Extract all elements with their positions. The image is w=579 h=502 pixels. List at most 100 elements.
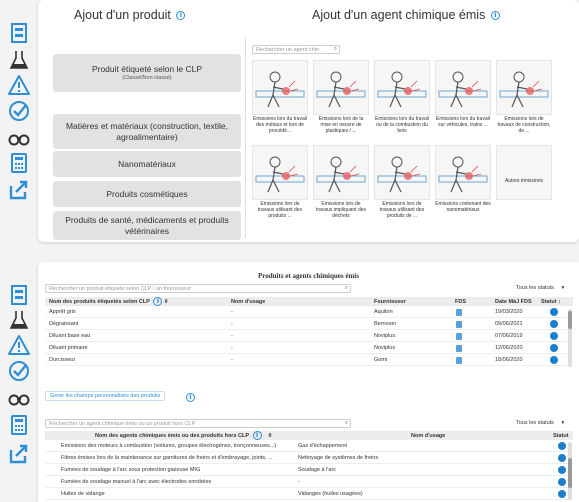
sidebar-item-check-circle[interactable]: [4, 360, 34, 382]
wood-work-icon: [374, 60, 430, 115]
product-status-filter[interactable]: Tous les statuts ▾: [516, 285, 564, 291]
sort-icon[interactable]: ↕: [558, 299, 561, 305]
usage-cell: -: [231, 357, 233, 363]
sidebar-item-lab-flask[interactable]: [4, 49, 34, 71]
nanomaterials-label: Nanomatériaux: [118, 158, 176, 169]
other-icon: [496, 145, 552, 200]
document-icon[interactable]: [456, 356, 462, 364]
col-status[interactable]: Statut ↕: [541, 297, 561, 306]
sidebar-item-inventory[interactable]: [4, 22, 34, 44]
status-dot-icon: [550, 320, 558, 328]
supplier-cell: Aquiton: [374, 309, 393, 315]
col-date[interactable]: Date MàJ FDS: [495, 297, 532, 306]
sidebar-item-binoculars[interactable]: [4, 127, 34, 149]
document-icon[interactable]: [456, 308, 462, 316]
search-icon: ⌕: [344, 420, 348, 426]
info-icon[interactable]: i: [176, 11, 186, 21]
document-icon[interactable]: [456, 320, 462, 328]
products-scroll-thumb[interactable]: [568, 311, 572, 329]
materials-button[interactable]: Matières et matériaux (construction, tex…: [53, 114, 241, 149]
add-panel: Ajout d'un produit i Ajout d'un agent ch…: [38, 0, 579, 242]
agent-status-filter[interactable]: Tous les statuts ▾: [516, 420, 564, 426]
info-icon[interactable]: i: [186, 393, 195, 402]
binoculars-icon: [8, 394, 30, 406]
panel-divider: [245, 38, 246, 238]
sidebar-item-calculator[interactable]: [4, 152, 34, 174]
sidebar-item-check-circle[interactable]: [4, 100, 34, 122]
date-cell: 18/06/2020: [495, 357, 523, 363]
agent-tile[interactable]: Emissions lors de travaux utilisant des …: [374, 145, 430, 219]
table-row[interactable]: Fumées de soudage à l'arc sous protectio…: [45, 465, 573, 476]
agent-tile[interactable]: Emissions lors du travail sur véhicules,…: [435, 60, 491, 128]
agent-tile[interactable]: Emissions lors de travaux de constructio…: [496, 60, 552, 134]
status-cell: [550, 307, 558, 317]
agent-usage-cell: Vidanges (huiles usagées): [298, 491, 363, 497]
sidebar-item-lab-flask[interactable]: [4, 309, 34, 331]
sidebar-item-inventory[interactable]: [4, 284, 34, 306]
document-icon[interactable]: [456, 344, 462, 352]
status-dot-icon: [558, 490, 566, 498]
custom-fields-button[interactable]: Gérer les champs personnalisés des produ…: [45, 391, 166, 401]
table-row[interactable]: Fibres émises lors de la maintenance sur…: [45, 453, 573, 464]
agent-status-filter-label: Tous les statuts: [516, 420, 554, 426]
date-cell: 09/06/2021: [495, 321, 523, 327]
usage-cell: -: [231, 321, 233, 327]
table-row[interactable]: Huiles de vidange Vidanges (huiles usagée…: [45, 489, 573, 500]
agent-tile[interactable]: Emissions lors du travail ou de la combu…: [374, 60, 430, 134]
agent-name-cell: Huiles de vidange: [61, 491, 105, 497]
table-row[interactable]: Diluant primaire - Noviplus 12/06/2020: [45, 343, 573, 354]
table-row[interactable]: Apprêt gris - Aquiton 19/03/2020: [45, 307, 573, 318]
agent-tile[interactable]: Emissions lors du travail des métaux et …: [252, 60, 308, 134]
agent-usage-cell: -: [298, 479, 300, 485]
sidebar-item-binoculars[interactable]: [4, 387, 34, 409]
agent-list-search-input[interactable]: Rechercher un agent chimique émis ou un …: [45, 419, 351, 428]
sidebar-item-export[interactable]: [4, 442, 34, 464]
table-row[interactable]: Durcisseur - Gomi 18/06/2020: [45, 355, 573, 366]
agent-usage-cell: Soudage à l'arc: [298, 467, 337, 473]
sidebar-item-calculator[interactable]: [4, 414, 34, 436]
agent-tile[interactable]: Emissions contenant des nanomatériaux: [435, 145, 491, 213]
col-usage[interactable]: Nom d'usage: [231, 297, 265, 306]
col-agent-status[interactable]: Statut: [553, 431, 569, 440]
fds-cell: [456, 355, 462, 365]
health-products-button[interactable]: Produits de santé, médicaments et produi…: [53, 211, 241, 240]
export-icon: [9, 180, 28, 200]
info-icon[interactable]: i: [153, 297, 163, 306]
nanomaterials-button[interactable]: Nanomatériaux: [53, 151, 241, 177]
info-icon[interactable]: i: [490, 11, 500, 21]
clp-product-button[interactable]: Produit étiqueté selon le CLP (Classé/No…: [53, 54, 241, 92]
sort-icon[interactable]: ⇳: [268, 433, 273, 439]
agent-tile[interactable]: Emissions lors de travaux utilisant des …: [252, 145, 308, 219]
table-row[interactable]: Dégraissant - Bernover 09/06/2021: [45, 319, 573, 330]
usage-cell: -: [231, 309, 233, 315]
col-agent-name[interactable]: Nom des agents chimiques émis ou des pro…: [95, 431, 272, 440]
agent-tile-label: Autres émissions: [504, 178, 544, 184]
status-dot-icon: [558, 478, 566, 486]
document-icon[interactable]: [456, 332, 462, 340]
sidebar-item-warning[interactable]: [4, 74, 34, 96]
sidebar-item-export[interactable]: [4, 178, 34, 200]
cosmetics-button[interactable]: Produits cosmétiques: [53, 181, 241, 207]
supplier-cell: Noviplus: [374, 345, 396, 351]
table-row[interactable]: Emissions des moteurs à combustion (voit…: [45, 441, 573, 452]
table-row[interactable]: Fumées de soudage manuel à l'arc avec él…: [45, 477, 573, 488]
col-agent-usage[interactable]: Nom d'usage: [411, 431, 445, 440]
agent-tile[interactable]: Emissions lors de travaux impliquant des…: [313, 145, 369, 219]
sidebar-item-warning[interactable]: [4, 334, 34, 356]
sort-icon[interactable]: ⇳: [164, 299, 169, 305]
agent-search-input[interactable]: Rechercher un agent chin ⌕: [252, 45, 340, 54]
agent-tile[interactable]: Emissions lors de la mise en oeuvre de p…: [313, 60, 369, 134]
col-fds[interactable]: FDS: [455, 297, 466, 306]
col-supplier[interactable]: Fournisseur: [374, 297, 406, 306]
agent-usage-cell: Gaz d'échappement: [298, 443, 348, 449]
col-product-name[interactable]: Nom des produits étiquetés selon CLP i ⇳: [49, 297, 169, 306]
info-icon[interactable]: i: [252, 431, 262, 440]
product-search-input[interactable]: Rechercher un produit étiqueté selon CLP…: [45, 284, 351, 293]
status-cell: [558, 465, 566, 475]
agents-scroll-thumb[interactable]: [568, 458, 572, 488]
agent-name-cell: Fibres émises lors de la maintenance sur…: [61, 455, 273, 461]
nano-icon: [435, 145, 491, 200]
lab-flask-icon: [9, 51, 29, 69]
table-row[interactable]: Diluant base eau - Noviplus 07/06/2019: [45, 331, 573, 342]
agent-tile[interactable]: Autres émissions: [496, 145, 552, 200]
